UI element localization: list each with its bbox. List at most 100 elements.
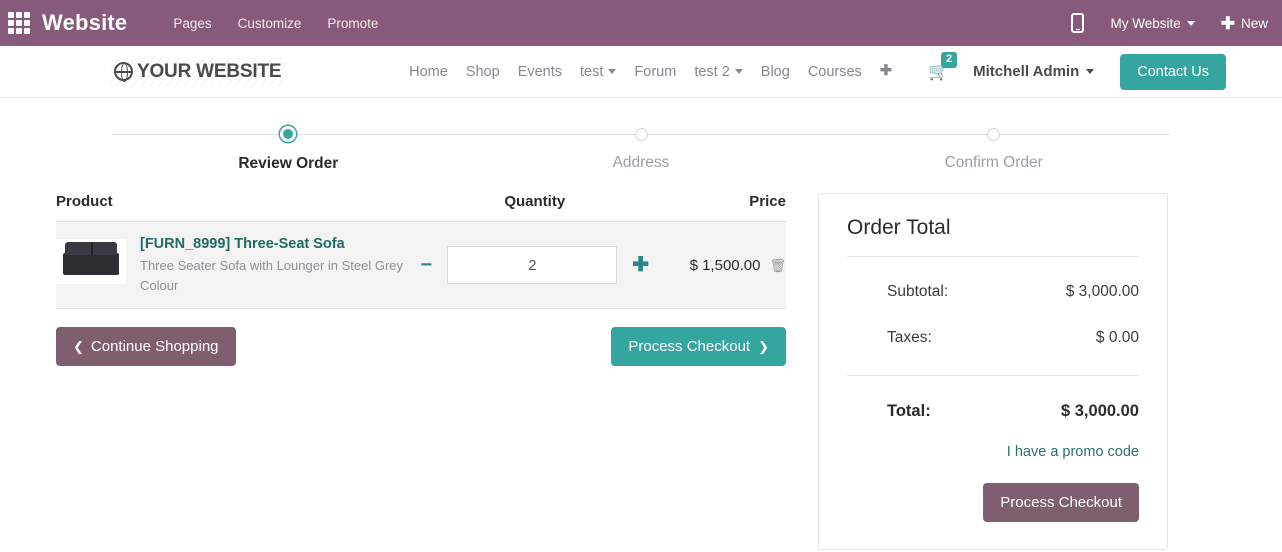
- grid-cell: [8, 28, 14, 34]
- nav-label: Forum: [634, 63, 677, 80]
- card-action-row: Process Checkout: [847, 483, 1139, 522]
- order-total-column: Order Total Subtotal: $ 3,000.00 Taxes: …: [818, 193, 1168, 550]
- grid-cell: [24, 12, 30, 18]
- sofa-image: [63, 242, 119, 275]
- chevron-right-icon: ❯: [758, 339, 769, 355]
- cart-quantity-cell: − ✚: [418, 221, 651, 310]
- chevron-down-icon: [1086, 69, 1095, 74]
- grid-cell: [16, 28, 22, 34]
- cart-price-cell: $ 1,500.00 🗑: [651, 221, 786, 310]
- taxes-row: Taxes: $ 0.00: [847, 329, 1139, 347]
- user-menu[interactable]: Mitchell Admin: [973, 63, 1095, 80]
- chevron-down-icon: [608, 69, 617, 74]
- website-selector[interactable]: My Website: [1110, 15, 1195, 31]
- promo-code-link[interactable]: I have a promo code: [1007, 444, 1139, 460]
- column-header-product: Product: [56, 193, 419, 222]
- app-title: Website: [42, 10, 128, 35]
- user-menu-label: Mitchell Admin: [973, 63, 1080, 80]
- subtotal-row: Subtotal: $ 3,000.00: [847, 283, 1139, 301]
- quantity-input[interactable]: [447, 246, 618, 285]
- chevron-down-icon: [1186, 20, 1195, 26]
- nav-item-blog[interactable]: Blog: [761, 64, 790, 80]
- table-row: [FURN_8999] Three-Seat Sofa Three Seater…: [56, 221, 786, 310]
- nav-label: test 2: [694, 63, 730, 80]
- site-logo[interactable]: YOUR WEBSITE: [110, 56, 288, 87]
- menu-item-pages[interactable]: Pages: [173, 16, 211, 31]
- wizard-step-label: Confirm Order: [944, 154, 1043, 171]
- wizard-step-label: Review Order: [238, 155, 339, 172]
- product-name-link[interactable]: [FURN_8999] Three-Seat Sofa: [140, 235, 405, 253]
- subtotal-value: $ 3,000.00: [1065, 283, 1139, 300]
- promo-code-row: I have a promo code: [847, 443, 1139, 461]
- mobile-phone-icon[interactable]: [1071, 13, 1085, 33]
- nav-label: Courses: [807, 63, 862, 80]
- total-divider: [847, 375, 1139, 376]
- cart-table-header-row: Product Quantity Price: [56, 193, 786, 222]
- wizard-step-label: Address: [612, 154, 670, 171]
- nav-label: test: [580, 63, 604, 80]
- grid-cell: [24, 20, 30, 26]
- backend-menu: Pages Customize Promote: [173, 16, 378, 31]
- website-selector-label: My Website: [1110, 15, 1181, 31]
- cart-count-badge: 2: [940, 52, 958, 68]
- nav-item-forum[interactable]: Forum: [634, 64, 676, 80]
- side-process-checkout-button[interactable]: Process Checkout: [983, 483, 1139, 522]
- contact-us-button[interactable]: Contact Us: [1120, 53, 1226, 90]
- site-logo-text: YOUR WEBSITE: [137, 60, 282, 82]
- grid-cell: [16, 20, 22, 26]
- website-navbar: YOUR WEBSITE Home Shop Events test Forum…: [0, 46, 1282, 98]
- nav-label: Shop: [465, 63, 500, 80]
- nav-label: Events: [517, 63, 563, 80]
- odoo-top-bar: Website Pages Customize Promote My Websi…: [0, 0, 1282, 46]
- cart-actions: ❮ Continue Shopping Process Checkout ❯: [56, 327, 786, 367]
- globe-icon: [114, 62, 133, 82]
- wizard-step-confirm-order[interactable]: Confirm Order: [817, 120, 1170, 173]
- process-checkout-label: Process Checkout: [628, 338, 751, 356]
- wizard-step-review-order[interactable]: Review Order: [112, 120, 465, 173]
- site-menu: Home Shop Events test Forum test 2 Blog …: [409, 64, 892, 80]
- nav-item-home[interactable]: Home: [409, 64, 448, 80]
- nav-item-test-2[interactable]: test 2: [694, 63, 743, 80]
- grand-total-label: Total:: [887, 402, 931, 420]
- product-description: Three Seater Sofa with Lounger in Steel …: [140, 258, 404, 293]
- nav-item-courses[interactable]: Courses: [808, 64, 862, 80]
- checkout-wizard: Review Order Address Confirm Order: [56, 120, 1226, 173]
- trash-icon[interactable]: 🗑: [769, 259, 786, 272]
- chevron-down-icon: [734, 69, 743, 74]
- cart-button[interactable]: 🛒 2: [928, 52, 958, 80]
- plus-icon[interactable]: ✚: [630, 255, 651, 275]
- product-price: $ 1,500.00: [689, 256, 761, 274]
- process-checkout-button[interactable]: Process Checkout ❯: [611, 327, 786, 367]
- grid-cell: [16, 12, 22, 18]
- wizard-step-dot: [987, 128, 1001, 141]
- grand-total-row: Total: $ 3,000.00: [847, 402, 1139, 421]
- minus-icon[interactable]: −: [419, 255, 435, 275]
- wizard-step-dot: [634, 128, 648, 141]
- add-page-icon[interactable]: ✚: [880, 64, 892, 79]
- nav-item-test[interactable]: test: [580, 63, 617, 80]
- cart-table: Product Quantity Price [FURN_8999] Three…: [56, 193, 786, 310]
- chevron-left-icon: ❮: [73, 339, 84, 355]
- order-total-card: Order Total Subtotal: $ 3,000.00 Taxes: …: [818, 193, 1168, 550]
- wizard-step-dot: [280, 126, 297, 142]
- taxes-value: $ 0.00: [1095, 329, 1139, 346]
- nav-item-shop[interactable]: Shop: [466, 64, 500, 80]
- apps-grid-icon[interactable]: [8, 12, 30, 34]
- order-total-title: Order Total: [847, 216, 951, 239]
- nav-item-events[interactable]: Events: [518, 64, 562, 80]
- new-button-label: New: [1240, 15, 1268, 31]
- menu-item-promote[interactable]: Promote: [327, 16, 378, 31]
- backend-bar-right: My Website ✚ New: [1071, 13, 1268, 33]
- new-button[interactable]: ✚ New: [1221, 15, 1268, 32]
- taxes-label: Taxes:: [887, 329, 932, 346]
- product-thumbnail[interactable]: [56, 239, 126, 284]
- grid-cell: [8, 12, 14, 18]
- menu-item-customize[interactable]: Customize: [238, 16, 302, 31]
- plus-icon: ✚: [1220, 13, 1235, 33]
- cart-product-cell: [FURN_8999] Three-Seat Sofa Three Seater…: [56, 221, 419, 310]
- card-divider: [847, 256, 1139, 257]
- wizard-step-address[interactable]: Address: [465, 120, 818, 173]
- continue-shopping-button[interactable]: ❮ Continue Shopping: [56, 327, 236, 367]
- checkout-page: Review Order Address Confirm Order Produ…: [0, 120, 1282, 550]
- column-header-price: Price: [651, 193, 786, 222]
